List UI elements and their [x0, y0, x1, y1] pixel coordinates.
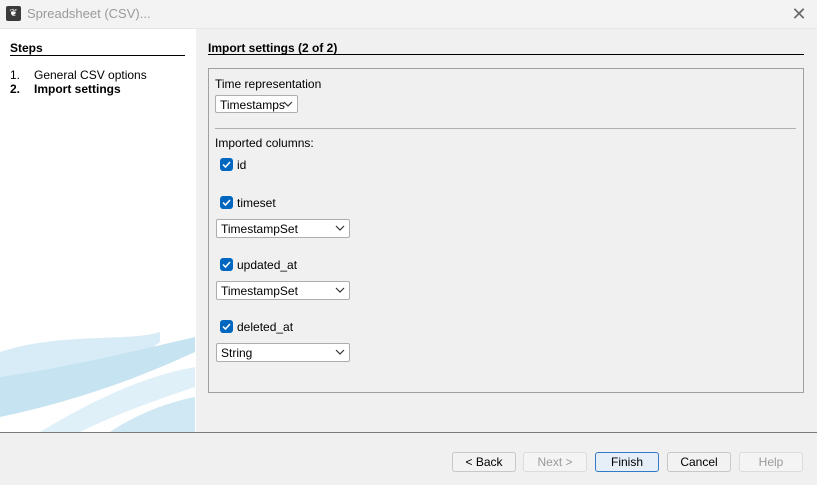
step-item-import-settings: 2. Import settings	[10, 82, 121, 96]
column-id-checkbox[interactable]	[220, 158, 233, 171]
steps-heading: Steps	[10, 41, 43, 55]
column-timeset-checkbox[interactable]	[220, 196, 233, 209]
title-bar: ❦ Spreadsheet (CSV)... ✕	[0, 0, 817, 29]
column-deleted-at-label: deleted_at	[237, 320, 294, 334]
time-representation-select[interactable]: Timestamps	[215, 95, 298, 113]
checkmark-icon	[222, 199, 231, 207]
close-icon[interactable]: ✕	[789, 4, 809, 24]
column-updated-at-type-value: TimestampSet	[221, 284, 298, 298]
chevron-down-icon	[335, 349, 345, 355]
gephi-app-icon: ❦	[6, 6, 21, 21]
column-deleted-at-type-value: String	[221, 346, 253, 360]
column-updated-at-label: updated_at	[237, 258, 298, 272]
checkmark-icon	[222, 261, 231, 269]
step-label: General CSV options	[34, 68, 147, 82]
chevron-down-icon	[335, 225, 345, 231]
column-updated-at-type-select[interactable]: TimestampSet	[216, 281, 350, 300]
chevron-down-icon	[283, 101, 293, 107]
cancel-button[interactable]: Cancel	[667, 452, 731, 472]
back-button[interactable]: < Back	[452, 452, 516, 472]
page-title: Import settings (2 of 2)	[208, 41, 338, 55]
finish-button[interactable]: Finish	[595, 452, 659, 472]
chevron-down-icon	[335, 287, 345, 293]
column-deleted-at-checkbox[interactable]	[220, 320, 233, 333]
settings-panel: Time representation Timestamps Imported …	[208, 68, 804, 393]
wizard-button-bar: < Back Next > Finish Cancel Help	[0, 433, 817, 485]
imported-columns-label: Imported columns:	[215, 136, 314, 150]
step-item-general-csv-options: 1. General CSV options	[10, 68, 147, 82]
time-representation-value: Timestamps	[220, 98, 285, 112]
step-number: 2.	[10, 82, 21, 96]
checkmark-icon	[222, 161, 231, 169]
next-button[interactable]: Next >	[523, 452, 587, 472]
column-timeset-label: timeset	[237, 196, 276, 210]
decorative-swoosh-image	[0, 332, 195, 432]
step-label: Import settings	[34, 82, 121, 96]
steps-divider	[10, 55, 185, 56]
column-timeset-type-value: TimestampSet	[221, 222, 298, 236]
column-id-label: id	[237, 158, 247, 172]
import-settings-pane: Import settings (2 of 2) Time representa…	[196, 29, 817, 432]
steps-pane: Steps 1. General CSV options 2. Import set…	[0, 29, 195, 432]
column-deleted-at-type-select[interactable]: String	[216, 343, 350, 362]
window-title: Spreadsheet (CSV)...	[27, 6, 151, 21]
help-button[interactable]: Help	[739, 452, 803, 472]
step-number: 1.	[10, 68, 21, 82]
title-divider	[208, 54, 804, 55]
column-updated-at-checkbox[interactable]	[220, 258, 233, 271]
checkmark-icon	[222, 323, 231, 331]
time-representation-label: Time representation	[215, 77, 322, 91]
column-timeset-type-select[interactable]: TimestampSet	[216, 219, 350, 238]
section-divider	[215, 128, 796, 129]
